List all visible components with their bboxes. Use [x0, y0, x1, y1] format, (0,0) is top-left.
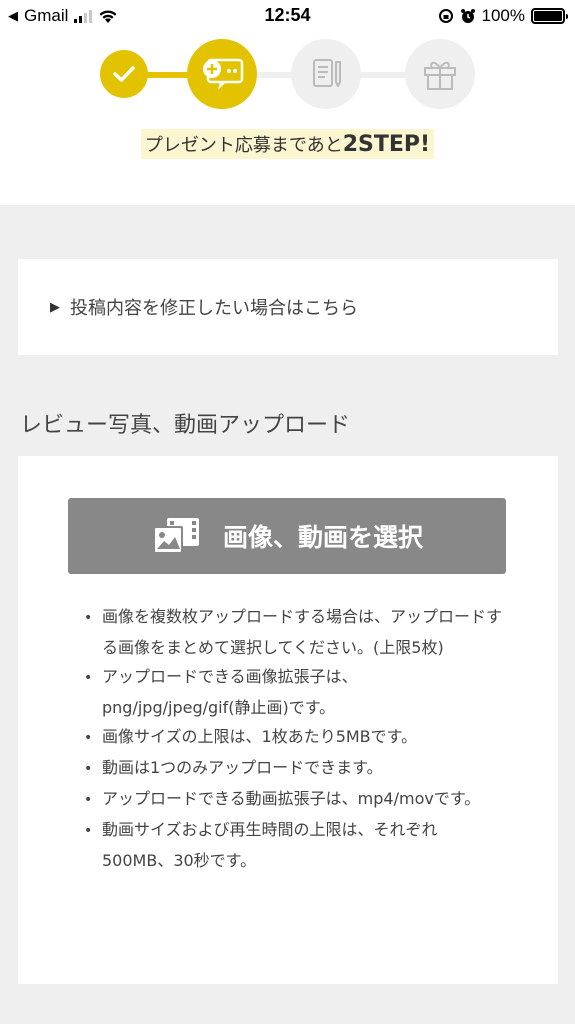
step-1-done [100, 50, 148, 98]
list-item: • 動画サイズおよび再生時間の上限は、それぞれ500MB、30秒です。 [84, 820, 438, 870]
alarm-icon [460, 9, 475, 23]
upload-section-title: レビュー写真、動画アップロード [20, 413, 351, 438]
select-media-button[interactable]: 画像、動画を選択 [68, 498, 506, 574]
check-icon [113, 66, 135, 82]
step-2-current [187, 39, 257, 109]
note-text: 動画サイズおよび再生時間の上限は、それぞれ500MB、30秒です。 [102, 820, 438, 870]
step-caption-text: プレゼント応募まであと [144, 135, 343, 156]
step-caption: プレゼント応募まであと2STEP! [0, 129, 575, 159]
photo-video-icon [152, 518, 199, 554]
chat-plus-icon [203, 58, 244, 90]
gift-icon [424, 61, 456, 90]
note-text: アップロードできる画像拡張子は、png/jpg/jpeg/gif(静止画)です。 [102, 667, 358, 717]
select-media-label: 画像、動画を選択 [222, 523, 423, 552]
step-caption-highlight: プレゼント応募まであと2STEP! [140, 129, 435, 159]
note-text: 動画は1つのみアップロードできます。 [102, 758, 383, 777]
step-3-todo [291, 39, 361, 109]
document-pencil-icon [313, 59, 341, 87]
note-text: 画像を複数枚アップロードする場合は、アップロードする画像をまとめて選択してくださ… [102, 607, 503, 657]
list-item: • 画像サイズの上限は、1枚あたり5MBです。 [84, 727, 418, 746]
list-item: • 画像を複数枚アップロードする場合は、アップロードする画像をまとめて選択してくだ… [84, 607, 503, 657]
list-item: • 動画は1つのみアップロードできます。 [84, 758, 383, 777]
rotation-lock-icon [438, 9, 453, 23]
list-item: • アップロードできる動画拡張子は、mp4/movです。 [84, 789, 481, 808]
fix-post-link[interactable]: ▶ 投稿内容を修正したい場合はこちら [18, 259, 558, 355]
steps-remaining: 2STEP! [342, 132, 431, 157]
fix-post-label: 投稿内容を修正したい場合はこちら [70, 298, 358, 319]
battery-percent: 100% [481, 6, 525, 25]
battery-icon [531, 8, 568, 24]
upload-card: 画像、動画を選択 • 画像を複数枚アップロードする場合は、アップロードする画像をま… [18, 456, 558, 984]
list-item: • アップロードできる画像拡張子は、png/jpg/jpeg/gif(静止画)です… [84, 667, 358, 717]
step-progress: プレゼント応募まであと2STEP! [0, 32, 575, 205]
fix-post-card: ▶ 投稿内容を修正したい場合はこちら [18, 259, 558, 355]
note-text: アップロードできる動画拡張子は、mp4/movです。 [102, 789, 481, 808]
upload-notes-list: • 画像を複数枚アップロードする場合は、アップロードする画像をまとめて選択してくだ… [84, 602, 506, 875]
triangle-right-icon: ▶ [50, 299, 60, 315]
note-text: 画像サイズの上限は、1枚あたり5MBです。 [102, 727, 418, 746]
status-bar: ◀ Gmail 12:54 100% [0, 0, 575, 32]
step-4-todo [405, 39, 475, 109]
